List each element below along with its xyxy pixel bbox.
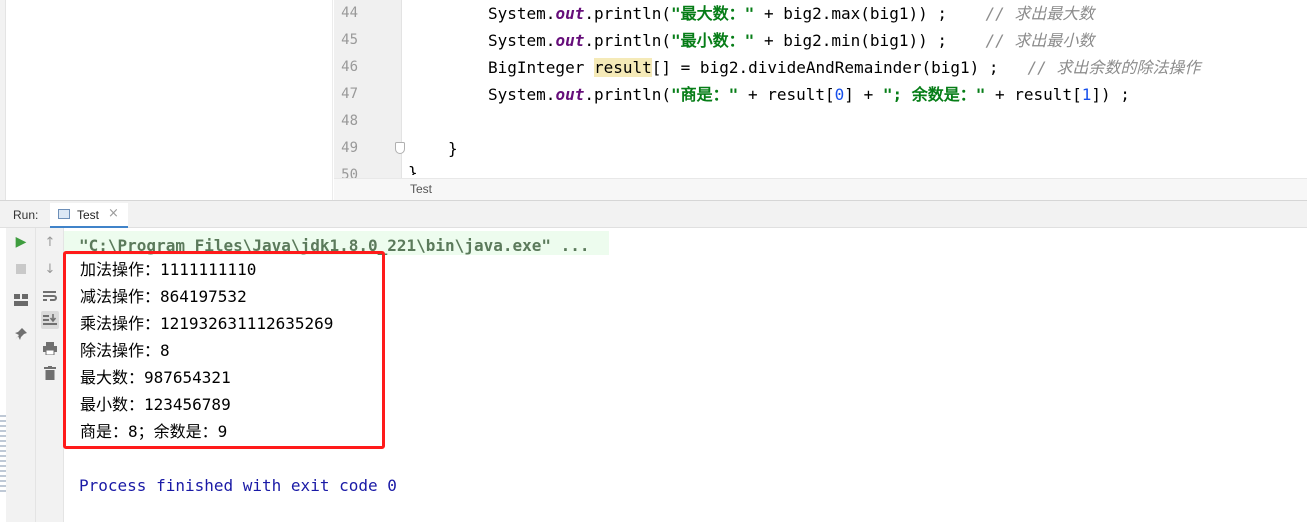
code-line-45[interactable]: System.out.println("最小数：" + big2.min(big… [488, 31, 1094, 51]
code-line-44[interactable]: System.out.println("最大数：" + big2.max(big… [488, 4, 1094, 24]
line-number: 46 [341, 59, 358, 75]
code-line-47[interactable]: System.out.println("商是：" + result[0] + "… [488, 85, 1130, 105]
red-highlight-box [63, 251, 385, 449]
code-comment: // 求出余数的除法操作 [1027, 58, 1201, 77]
process-finished-message: Process finished with exit code 0 [79, 476, 397, 495]
close-icon[interactable]: × [108, 206, 119, 221]
console-tab-icon [58, 209, 70, 219]
class-closing-brace: } [408, 163, 418, 175]
code-line-46[interactable]: BigInteger result[] = big2.divideAndRema… [488, 58, 1200, 78]
stop-icon[interactable] [12, 260, 30, 278]
code-editor[interactable]: 44 45 46 47 48 49 50 System.out.println(… [0, 0, 1307, 200]
line-number: 45 [341, 32, 358, 48]
line-number: 50 [341, 167, 358, 178]
console-toolbar: ↑ ↓ [36, 228, 64, 522]
trash-icon[interactable] [41, 364, 59, 382]
up-arrow-icon[interactable]: ↑ [41, 233, 59, 251]
fold-marker-icon[interactable] [395, 142, 405, 154]
run-label: Run: [13, 208, 39, 222]
line-number: 49 [341, 140, 358, 156]
breadcrumb-bar: Test [334, 178, 1307, 200]
code-comment: // 求出最小数 [985, 31, 1095, 50]
layout-icon[interactable] [12, 291, 30, 309]
breadcrumb[interactable]: Test [410, 182, 432, 196]
run-tab-label: Test [77, 208, 100, 222]
scroll-to-end-icon[interactable] [41, 311, 59, 329]
line-number: 44 [341, 5, 358, 21]
pin-icon[interactable] [12, 325, 30, 343]
play-icon[interactable]: ▶ [12, 233, 30, 251]
print-icon[interactable] [41, 339, 59, 357]
line-number-gutter: 44 45 46 47 48 49 50 [334, 0, 402, 178]
down-arrow-icon[interactable]: ↓ [41, 260, 59, 278]
run-tab-test[interactable]: Test × [50, 203, 128, 228]
line-number: 48 [341, 113, 358, 129]
line-number: 47 [341, 86, 358, 102]
run-tool-window-header: Run: Test × [0, 200, 1307, 228]
closing-brace: } [448, 139, 458, 158]
highlighted-identifier: result [593, 58, 652, 77]
run-toolbar: ▶ [6, 228, 36, 522]
code-comment: // 求出最大数 [985, 4, 1095, 23]
soft-wrap-icon[interactable] [41, 287, 59, 305]
project-pane[interactable] [6, 0, 333, 200]
